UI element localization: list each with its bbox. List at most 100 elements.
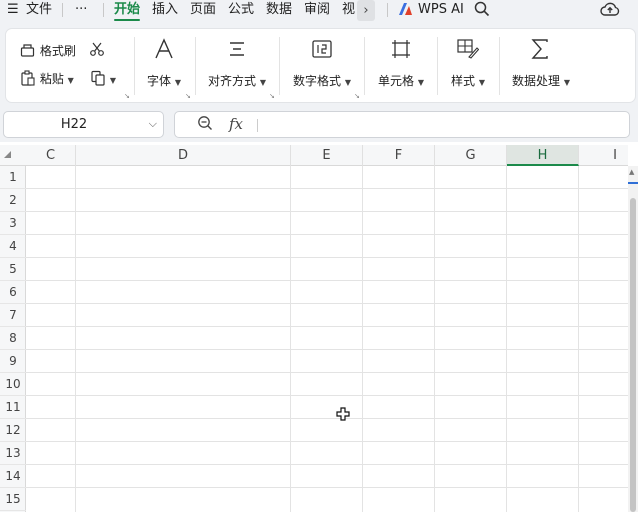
formula-input[interactable]: fx: [174, 111, 630, 138]
align-icon: [228, 41, 246, 60]
ribbon-panel: 格式刷 粘贴 ▼ ▼ ↘ 字体 ▼ ↘ 对齐方式 ▼ ↘ 数字格式 ▼ ↘ 单元…: [5, 28, 636, 103]
name-box[interactable]: H22 ⌵: [3, 111, 164, 138]
row-header-14[interactable]: 14: [0, 465, 26, 488]
zoom-icon[interactable]: [197, 115, 213, 135]
clipboard-launcher-icon[interactable]: ↘: [124, 92, 130, 100]
tab-home[interactable]: 开始: [114, 1, 140, 19]
grid-line: [26, 234, 628, 235]
column-header: C D E F G H I: [0, 145, 628, 166]
cut-icon[interactable]: [89, 41, 105, 60]
font-launcher-icon[interactable]: ↘: [185, 92, 191, 100]
align-menu-button[interactable]: 对齐方式 ▼: [208, 72, 266, 89]
row-header-8[interactable]: 8: [0, 327, 26, 350]
row-header-5[interactable]: 5: [0, 258, 26, 281]
menu-separator: [103, 3, 104, 17]
copy-icon: [90, 70, 110, 86]
select-all-corner[interactable]: [4, 151, 11, 158]
align-launcher-icon[interactable]: ↘: [269, 92, 275, 100]
format-painter-icon: [20, 44, 40, 58]
tab-page[interactable]: 页面: [190, 1, 216, 19]
grid-line: [578, 166, 579, 512]
group-separator: [134, 37, 135, 95]
hamburger-menu-icon[interactable]: ☰: [7, 1, 19, 19]
grid-line: [26, 188, 628, 189]
number-format-launcher-icon[interactable]: ↘: [354, 92, 360, 100]
row-header-13[interactable]: 13: [0, 442, 26, 465]
group-separator: [437, 37, 438, 95]
sum-icon: [531, 39, 549, 62]
row-header-1[interactable]: 1: [0, 166, 26, 189]
style-menu-button[interactable]: 样式 ▼: [451, 72, 485, 89]
column-header-i[interactable]: I: [579, 145, 638, 166]
grid-line: [26, 303, 628, 304]
cell-menu-button[interactable]: 单元格 ▼: [378, 72, 424, 89]
formula-caret: [257, 119, 258, 132]
grid-line: [26, 487, 628, 488]
insert-function-button[interactable]: fx: [229, 115, 243, 133]
grid-line: [26, 280, 628, 281]
search-icon[interactable]: [474, 1, 490, 19]
row-header-15[interactable]: 15: [0, 488, 26, 511]
align-label: 对齐方式: [208, 74, 257, 88]
grid-line: [290, 166, 291, 512]
format-painter-label: 格式刷: [39, 44, 76, 58]
group-separator: [279, 37, 280, 95]
row-header-10[interactable]: 10: [0, 373, 26, 396]
tab-review[interactable]: 审阅: [304, 1, 330, 19]
format-painter-button[interactable]: 格式刷: [20, 42, 76, 59]
row-header-7[interactable]: 7: [0, 304, 26, 327]
grid-line: [26, 372, 628, 373]
column-header-d[interactable]: D: [76, 145, 291, 166]
row-header-6[interactable]: 6: [0, 281, 26, 304]
copy-button[interactable]: ▼: [90, 70, 116, 86]
number-format-icon: [312, 40, 332, 61]
column-header-e[interactable]: E: [291, 145, 363, 166]
wps-ai-button[interactable]: WPS AI: [418, 1, 464, 19]
grid-line: [26, 211, 628, 212]
row-header-11[interactable]: 11: [0, 396, 26, 419]
grid-line: [26, 326, 628, 327]
column-header-f[interactable]: F: [363, 145, 435, 166]
chevron-down-icon: ▼: [174, 78, 181, 87]
grid-line: [26, 441, 628, 442]
row-header-2[interactable]: 2: [0, 189, 26, 212]
font-icon: [154, 38, 174, 63]
paste-icon: [20, 70, 40, 86]
vertical-scrollbar[interactable]: ▲: [628, 166, 638, 512]
grid-line: [26, 395, 628, 396]
tab-formula[interactable]: 公式: [228, 1, 254, 19]
scrollbar-thumb[interactable]: [630, 198, 636, 512]
row-header-9[interactable]: 9: [0, 350, 26, 373]
tab-insert[interactable]: 插入: [152, 1, 178, 19]
scroll-up-icon[interactable]: ▲: [629, 168, 634, 176]
column-header-g[interactable]: G: [435, 145, 507, 166]
chevron-down-icon: ▼: [259, 78, 266, 87]
chevron-down-icon[interactable]: ⌵: [149, 117, 157, 131]
row-header-3[interactable]: 3: [0, 212, 26, 235]
more-menu-icon[interactable]: ···: [75, 1, 87, 19]
tabs-scroll-right-button[interactable]: ›: [357, 0, 375, 21]
column-header-h[interactable]: H: [507, 145, 579, 166]
tab-data[interactable]: 数据: [266, 1, 292, 19]
cell-label: 单元格: [378, 74, 415, 88]
cloud-sync-icon[interactable]: [600, 1, 620, 19]
grid-line: [26, 418, 628, 419]
row-header-4[interactable]: 4: [0, 235, 26, 258]
column-header-c[interactable]: C: [26, 145, 76, 166]
menu-separator: [387, 3, 388, 17]
data-process-label: 数据处理: [512, 74, 561, 88]
tab-view[interactable]: 视: [342, 1, 355, 19]
formula-bar: H22 ⌵ fx: [0, 108, 638, 142]
cell-grid[interactable]: [26, 166, 628, 512]
row-header-12[interactable]: 12: [0, 419, 26, 442]
menu-file[interactable]: 文件: [26, 1, 52, 19]
chevron-down-icon: ▼: [563, 78, 570, 87]
paste-label: 粘贴: [39, 72, 64, 86]
data-process-menu-button[interactable]: 数据处理 ▼: [512, 72, 570, 89]
number-format-menu-button[interactable]: 数字格式 ▼: [293, 72, 351, 89]
font-menu-button[interactable]: 字体 ▼: [147, 72, 181, 89]
active-tab-indicator: [114, 19, 140, 21]
wps-ai-logo-icon: [398, 2, 414, 20]
paste-button[interactable]: 粘贴 ▼: [20, 70, 74, 87]
row-header: 1 2 3 4 5 6 7 8 9 10 11 12 13 14 15: [0, 166, 26, 512]
